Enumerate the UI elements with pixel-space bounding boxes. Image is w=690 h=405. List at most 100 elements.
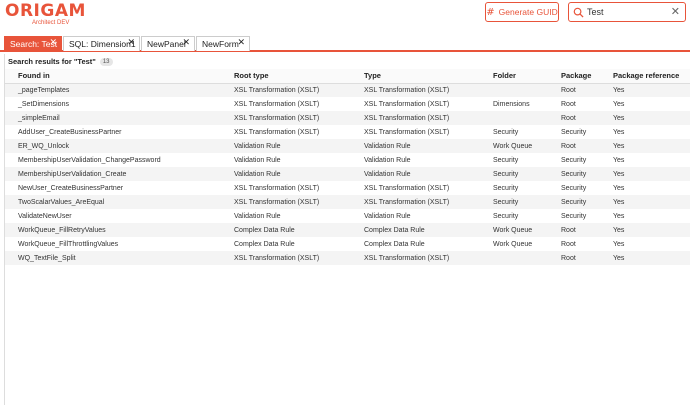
table-cell: Security — [480, 153, 548, 167]
table-cell: XSL Transformation (XSLT) — [221, 125, 351, 139]
close-icon[interactable]: ✕ — [182, 38, 190, 48]
column-header[interactable]: Root type — [221, 69, 351, 84]
table-cell: ValidateNewUser — [5, 209, 221, 223]
table-cell: MembershipUserValidation_ChangePassword — [5, 153, 221, 167]
search-box[interactable]: ✕ — [568, 2, 686, 22]
column-header[interactable]: Package — [548, 69, 600, 84]
table-cell: _SetDimensions — [5, 97, 221, 111]
table-cell: XSL Transformation (XSLT) — [351, 195, 480, 209]
table-row[interactable]: NewUser_CreateBusinessPartner XSL Transfo… — [5, 181, 690, 195]
table-cell: AddUser_CreateBusinessPartner — [5, 125, 221, 139]
tab-newform[interactable]: NewForm ✕ — [196, 36, 250, 51]
tab-newpanel[interactable]: NewPanel ✕ — [141, 36, 195, 51]
table-cell: Root — [548, 97, 600, 111]
table-cell: _simpleEmail — [5, 111, 221, 125]
table-cell: MembershipUserValidation_Create — [5, 167, 221, 181]
table-cell: Dimensions — [480, 97, 548, 111]
table-cell: XSL Transformation (XSLT) — [351, 181, 480, 195]
table-cell — [480, 83, 548, 97]
table-cell: Security — [548, 125, 600, 139]
app-header: ORIGAM Architect DEV # Generate GUID ✕ — [0, 0, 690, 32]
table-cell: Work Queue — [480, 223, 548, 237]
table-row[interactable]: MembershipUserValidation_ChangePassword V… — [5, 153, 690, 167]
table-cell: Yes — [600, 97, 690, 111]
table-cell: XSL Transformation (XSLT) — [351, 97, 480, 111]
tab-label: NewForm — [202, 39, 239, 49]
table-cell: Security — [480, 167, 548, 181]
close-icon[interactable]: ✕ — [49, 38, 57, 48]
results-heading: Search results for "Test" 13 — [8, 57, 113, 66]
table-cell: Security — [480, 195, 548, 209]
tab-label: SQL: Dimension1 — [69, 39, 136, 49]
table-cell: Yes — [600, 83, 690, 97]
table-row[interactable]: AddUser_CreateBusinessPartner XSL Transfo… — [5, 125, 690, 139]
table-row[interactable]: MembershipUserValidation_Create Validatio… — [5, 167, 690, 181]
table-cell: Security — [548, 153, 600, 167]
table-cell: Complex Data Rule — [221, 223, 351, 237]
table-cell: Root — [548, 251, 600, 265]
results-table-body: _pageTemplates XSL Transformation (XSLT) X… — [5, 83, 690, 265]
table-cell: Validation Rule — [351, 139, 480, 153]
table-cell: Validation Rule — [351, 153, 480, 167]
table-cell: Root — [548, 237, 600, 251]
table-row[interactable]: _SetDimensions XSL Transformation (XSLT) X… — [5, 97, 690, 111]
table-cell: XSL Transformation (XSLT) — [351, 83, 480, 97]
table-row[interactable]: WorkQueue_FillThrottlingValues Complex Da… — [5, 237, 690, 251]
tab-sql-dimension1[interactable]: SQL: Dimension1 ✕ — [63, 36, 140, 51]
table-cell: XSL Transformation (XSLT) — [221, 195, 351, 209]
table-cell: Validation Rule — [221, 153, 351, 167]
table-cell: Security — [548, 167, 600, 181]
table-cell: Security — [480, 209, 548, 223]
table-cell: XSL Transformation (XSLT) — [351, 125, 480, 139]
search-input[interactable] — [587, 5, 667, 19]
table-cell: _pageTemplates — [5, 83, 221, 97]
search-icon — [573, 7, 584, 18]
table-cell: WorkQueue_FillThrottlingValues — [5, 237, 221, 251]
table-cell: Root — [548, 111, 600, 125]
results-count-badge: 13 — [99, 57, 113, 66]
table-cell: Yes — [600, 195, 690, 209]
table-cell: Security — [480, 181, 548, 195]
table-cell: Validation Rule — [221, 167, 351, 181]
table-cell: Yes — [600, 125, 690, 139]
table-row[interactable]: _simpleEmail XSL Transformation (XSLT) XSL… — [5, 111, 690, 125]
column-header[interactable]: Found in — [5, 69, 221, 84]
table-row[interactable]: WorkQueue_FillRetryValues Complex Data Ru… — [5, 223, 690, 237]
table-cell — [480, 111, 548, 125]
table-cell: Complex Data Rule — [351, 223, 480, 237]
close-icon[interactable]: ✕ — [237, 38, 245, 48]
table-cell: Yes — [600, 139, 690, 153]
table-cell: XSL Transformation (XSLT) — [221, 111, 351, 125]
table-cell: Root — [548, 83, 600, 97]
generate-guid-label: Generate GUID — [498, 7, 558, 17]
column-header[interactable]: Folder — [480, 69, 548, 84]
table-row[interactable]: ER_WQ_Unlock Validation Rule Validation Ru… — [5, 139, 690, 153]
table-cell: XSL Transformation (XSLT) — [221, 251, 351, 265]
clear-search-icon[interactable]: ✕ — [671, 6, 680, 18]
table-cell — [480, 251, 548, 265]
table-cell: Complex Data Rule — [221, 237, 351, 251]
logo-subtitle: Architect DEV — [32, 20, 70, 26]
table-cell: Validation Rule — [351, 167, 480, 181]
results-heading-text: Search results for "Test" — [8, 57, 96, 66]
generate-guid-button[interactable]: # Generate GUID — [485, 2, 559, 22]
table-cell: Work Queue — [480, 139, 548, 153]
column-header[interactable]: Type — [351, 69, 480, 84]
table-cell: Validation Rule — [221, 139, 351, 153]
origam-logo: ORIGAM Architect DEV — [5, 3, 86, 27]
tab-search-test[interactable]: Search: Test ✕ — [4, 36, 62, 51]
table-row[interactable]: WQ_TextFile_Split XSL Transformation (XSL… — [5, 251, 690, 265]
table-cell: XSL Transformation (XSLT) — [221, 83, 351, 97]
table-cell: XSL Transformation (XSLT) — [221, 181, 351, 195]
table-cell: Complex Data Rule — [351, 237, 480, 251]
table-row[interactable]: _pageTemplates XSL Transformation (XSLT) X… — [5, 83, 690, 97]
tab-bar: Search: Test ✕ SQL: Dimension1 ✕ NewPane… — [0, 35, 690, 52]
column-header[interactable]: Package reference — [600, 69, 690, 84]
close-icon[interactable]: ✕ — [127, 38, 135, 48]
table-row[interactable]: ValidateNewUser Validation Rule Validation… — [5, 209, 690, 223]
table-cell: Yes — [600, 111, 690, 125]
table-cell: Validation Rule — [351, 209, 480, 223]
table-row[interactable]: TwoScalarValues_AreEqual XSL Transformati… — [5, 195, 690, 209]
table-cell: Yes — [600, 209, 690, 223]
table-cell: Security — [548, 209, 600, 223]
